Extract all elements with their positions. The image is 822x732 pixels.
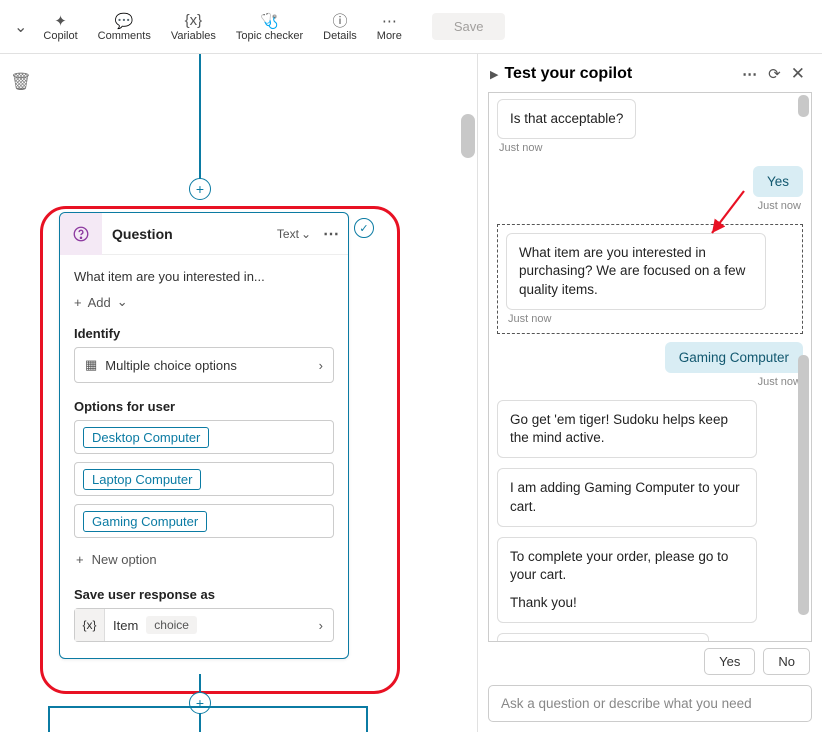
flow-connector [199, 54, 201, 189]
chevron-down-icon: ⌄ [301, 227, 311, 241]
close-icon[interactable]: ✕ [786, 64, 810, 84]
more-icon: ⋯ [382, 12, 397, 30]
toolbar-more[interactable]: ⋯ More [367, 8, 412, 46]
toolbar-comments[interactable]: 💬 Comments [88, 8, 161, 46]
suggestion-button[interactable]: No [763, 648, 810, 675]
grid-icon: ▦ [85, 357, 97, 373]
toolbar-chevron-icon[interactable]: ⌄ [8, 17, 33, 37]
plus-icon: + [74, 295, 82, 310]
node-validated-icon: ✓ [354, 218, 374, 238]
identify-label: Identify [74, 326, 334, 341]
timestamp: Just now [508, 313, 792, 325]
identify-selector[interactable]: ▦ Multiple choice options › [74, 347, 334, 383]
chat-scrollbar[interactable] [798, 95, 809, 117]
flow-connector [48, 706, 368, 708]
tracked-turn[interactable]: What item are you interested in purchasi… [497, 224, 803, 334]
user-message: Gaming Computer [665, 342, 803, 373]
authoring-canvas[interactable]: 🗑 + ✓ Question Text ⌄ ⋯ What item are yo… [0, 54, 478, 732]
toolbar-label: Topic checker [236, 30, 303, 42]
node-header: Question Text ⌄ ⋯ [60, 213, 348, 255]
toolbar-details[interactable]: ⓘ Details [313, 8, 367, 46]
variables-icon: {x} [185, 12, 203, 30]
variable-selector[interactable]: {x} Item choice › [74, 608, 334, 642]
bot-message: To complete your order, please go to you… [497, 537, 757, 624]
timestamp: Just now [758, 376, 801, 388]
toolbar-variables[interactable]: {x} Variables [161, 8, 226, 46]
top-toolbar: ⌄ ✦ Copilot 💬 Comments {x} Variables 🩺 T… [0, 0, 822, 54]
topic-checker-icon: 🩺 [260, 12, 279, 30]
details-icon: ⓘ [332, 12, 347, 30]
option-row[interactable]: Gaming Computer [74, 504, 334, 538]
timestamp: Just now [499, 142, 542, 154]
copilot-icon: ✦ [54, 12, 67, 30]
flow-connector [366, 706, 368, 732]
save-button[interactable]: Save [432, 13, 506, 40]
suggestion-button[interactable]: Yes [704, 648, 755, 675]
add-node-button[interactable]: + [189, 178, 211, 200]
new-option-button[interactable]: +New option [74, 546, 334, 573]
identify-value: Multiple choice options [105, 358, 237, 373]
toolbar-label: Details [323, 30, 357, 42]
toolbar-label: Copilot [43, 30, 77, 42]
chevron-right-icon: › [319, 618, 333, 633]
trash-icon[interactable]: 🗑 [10, 72, 32, 92]
collapse-panel-icon[interactable]: ▶ [490, 68, 498, 81]
timestamp: Just now [758, 200, 801, 212]
canvas-scrollbar[interactable] [461, 114, 475, 158]
option-row[interactable]: Laptop Computer [74, 462, 334, 496]
node-more-menu[interactable]: ⋯ [315, 224, 348, 244]
save-response-label: Save user response as [74, 587, 334, 602]
chevron-right-icon: › [319, 358, 323, 373]
question-text[interactable]: What item are you interested in... [74, 269, 334, 284]
toolbar-label: More [377, 30, 402, 42]
node-type-dropdown[interactable]: Text ⌄ [277, 227, 315, 241]
toolbar-copilot[interactable]: ✦ Copilot [33, 8, 87, 46]
add-node-button[interactable]: + [189, 692, 211, 714]
toolbar-label: Comments [98, 30, 151, 42]
panel-title: Test your copilot [504, 65, 737, 83]
add-message-button[interactable]: +Add⌄ [74, 294, 334, 310]
variable-name: Item [105, 618, 146, 633]
option-chip[interactable]: Gaming Computer [83, 511, 207, 532]
flow-connector [48, 706, 50, 732]
bot-message: Did that answer your question? [497, 633, 709, 642]
node-title: Question [102, 226, 277, 242]
comments-icon: 💬 [115, 12, 134, 30]
refresh-icon[interactable]: ⟳ [763, 65, 786, 83]
test-copilot-panel: ▶ Test your copilot ⋯ ⟳ ✕ Is that accept… [478, 54, 822, 732]
variable-type: choice [146, 616, 197, 634]
bot-message: What item are you interested in purchasi… [506, 233, 766, 310]
option-row[interactable]: Desktop Computer [74, 420, 334, 454]
suggested-replies: Yes No [488, 642, 812, 681]
toolbar-label: Variables [171, 30, 216, 42]
question-node[interactable]: Question Text ⌄ ⋯ What item are you inte… [59, 212, 349, 659]
panel-more-menu[interactable]: ⋯ [737, 65, 763, 83]
bot-message: Go get 'em tiger! Sudoku helps keep the … [497, 400, 757, 458]
bot-message: I am adding Gaming Computer to your cart… [497, 468, 757, 526]
chat-scrollbar[interactable] [798, 355, 809, 615]
option-chip[interactable]: Laptop Computer [83, 469, 201, 490]
chevron-down-icon: ⌄ [117, 294, 128, 310]
plus-icon: + [76, 552, 84, 567]
options-label: Options for user [74, 399, 334, 414]
variable-icon: {x} [75, 609, 105, 641]
toolbar-topic-checker[interactable]: 🩺 Topic checker [226, 8, 313, 46]
user-message: Yes [753, 166, 803, 197]
chat-transcript[interactable]: Is that acceptable? Just now Yes Just no… [488, 92, 812, 642]
option-chip[interactable]: Desktop Computer [83, 427, 209, 448]
bot-message: Is that acceptable? [497, 99, 636, 139]
question-icon [60, 213, 102, 255]
chat-input[interactable]: Ask a question or describe what you need [488, 685, 812, 722]
